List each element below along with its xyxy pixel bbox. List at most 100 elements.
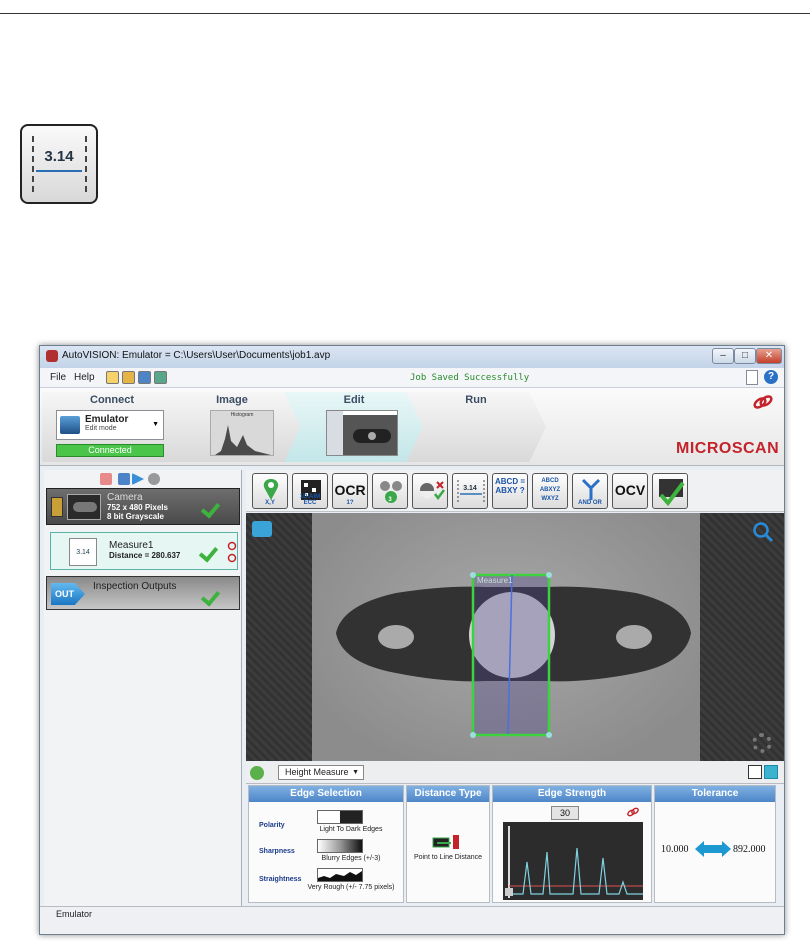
straightness-swatch[interactable] — [317, 868, 363, 882]
save-job-icon[interactable] — [138, 371, 151, 384]
chevron-down-icon: ▼ — [352, 769, 359, 776]
link-icon[interactable] — [227, 539, 237, 565]
measure-tool-button[interactable]: 3.14 — [452, 473, 488, 509]
ocr-tool-button[interactable]: OCR 1? — [332, 473, 368, 509]
tool-sub-label: 3 — [388, 497, 392, 503]
edge-strength-value[interactable]: 30 — [551, 806, 579, 820]
roi-label: Measure1 — [477, 576, 513, 585]
logic-tool-button[interactable]: AND OR — [572, 473, 608, 509]
step-image[interactable]: Image Histogram — [162, 392, 302, 462]
barcode-tool-button[interactable]: 1D/AIM ECC — [292, 473, 328, 509]
measure-type-select[interactable]: Height Measure ▼ — [278, 765, 364, 780]
tolerance-max[interactable]: 892.000 — [733, 844, 766, 855]
edge-strength-panel: Edge Strength 30 — [492, 785, 652, 903]
double-arrow-icon — [36, 170, 82, 172]
point-to-line-icon[interactable] — [431, 834, 463, 850]
tool-palette: X,Y 1D/AIM ECC OCR 1? 3 3.14 ABCD = ABXY… — [246, 470, 784, 512]
check-icon — [203, 499, 223, 515]
edge-strength-graph[interactable] — [503, 822, 643, 900]
new-job-icon[interactable] — [106, 371, 119, 384]
tree-item-measure[interactable]: 3.14 Measure1 Distance = 280.637 — [50, 532, 238, 570]
camera-thumbnail — [67, 494, 101, 520]
camera-icon[interactable] — [252, 521, 272, 537]
save-as-icon[interactable] — [154, 371, 167, 384]
step-run-label: Run — [465, 394, 487, 406]
layout-horizontal-icon[interactable] — [764, 765, 778, 779]
tool-sub-label: ABCD = ABXY ? — [495, 477, 526, 495]
link-icon[interactable] — [627, 806, 639, 818]
tolerance-header: Tolerance — [655, 786, 775, 802]
emulator-icon — [60, 416, 80, 434]
maximize-button[interactable]: □ — [734, 348, 756, 364]
edge-strength-header: Edge Strength — [493, 786, 651, 802]
help-icon[interactable]: ? — [764, 370, 778, 384]
tree-item-camera[interactable]: Camera 752 x 480 Pixels 8 bit Grayscale — [46, 488, 240, 525]
tool-sub-label: ABCD ABXYZ WXYZ — [539, 478, 561, 502]
distance-type-value: Point to Line Distance — [413, 854, 483, 861]
polarity-label: Polarity — [259, 822, 285, 829]
measure-thumbnail: 3.14 — [69, 538, 97, 566]
distance-type-panel: Distance Type Point to Line Distance — [406, 785, 490, 903]
ocr-glyph: OCR — [334, 482, 366, 498]
tree-toolbar — [100, 473, 180, 487]
zoom-icon[interactable] — [752, 521, 774, 543]
menu-help[interactable]: Help — [74, 372, 95, 383]
polarity-swatch[interactable] — [317, 810, 363, 824]
count-tool-button[interactable]: 3 — [372, 473, 408, 509]
open-job-icon[interactable] — [122, 371, 135, 384]
device-name: Emulator — [85, 414, 129, 425]
close-button[interactable]: ✕ — [756, 348, 782, 364]
outputs-title: Inspection Outputs — [93, 581, 177, 592]
check-icon — [201, 543, 221, 559]
property-bar: Height Measure ▼ — [246, 762, 784, 784]
match-string-tool-button[interactable]: ABCD = ABXY ? — [492, 473, 528, 509]
straightness-label: Straightness — [259, 876, 302, 883]
title-bar: AutoVISION: Emulator = C:\Users\User\Doc… — [40, 346, 784, 368]
step-edit-label: Edit — [343, 394, 365, 406]
report-icon[interactable] — [746, 370, 758, 385]
presence-tool-button[interactable] — [412, 473, 448, 509]
image-viewer[interactable]: Measure1 — [246, 513, 784, 761]
tree-item-outputs[interactable]: OUT Inspection Outputs — [46, 576, 240, 610]
ocv-tool-button[interactable]: OCV — [612, 473, 648, 509]
part-drawing — [336, 572, 691, 738]
app-icon — [46, 350, 58, 362]
menu-file[interactable]: File — [50, 372, 66, 383]
menu-bar: File Help Job Saved Successfully ? — [40, 368, 784, 388]
back-arrow-icon[interactable] — [250, 766, 264, 780]
verify-tool-button[interactable] — [652, 473, 688, 509]
edge-selection-header: Edge Selection — [249, 786, 403, 802]
camera-side-icon — [51, 497, 63, 517]
measure-title: Measure1 — [109, 540, 154, 551]
sharpness-swatch[interactable] — [317, 839, 363, 853]
tool-sub-label: X,Y — [265, 500, 275, 506]
step-edit[interactable]: Edit — [284, 392, 424, 462]
settings-gear-icon[interactable] — [752, 733, 772, 753]
gear-icon[interactable] — [148, 473, 160, 485]
tolerance-min[interactable]: 10.000 — [661, 844, 689, 855]
step-run[interactable]: Run — [406, 392, 546, 462]
measure-value-text: 3.14 — [44, 148, 74, 165]
status-text: Emulator — [56, 909, 93, 919]
expand-icon[interactable] — [118, 473, 130, 485]
sort-string-tool-button[interactable]: ABCD ABXYZ WXYZ — [532, 473, 568, 509]
out-arrow-icon: OUT — [51, 583, 85, 605]
minimize-button[interactable]: – — [712, 348, 734, 364]
step-connect[interactable]: Connect Emulator Edit mode ▼ Connected — [42, 392, 182, 462]
layout-vertical-icon[interactable] — [748, 765, 762, 779]
locate-tool-button[interactable]: X,Y — [252, 473, 288, 509]
tolerance-panel: Tolerance 10.000 892.000 — [654, 785, 776, 903]
edit-thumbnail — [326, 410, 398, 456]
eraser-icon[interactable] — [100, 473, 112, 485]
device-select[interactable]: Emulator Edit mode ▼ — [56, 410, 164, 440]
connection-status: Connected — [56, 444, 164, 457]
play-icon[interactable] — [132, 473, 144, 485]
link-icon[interactable] — [752, 394, 774, 410]
autovision-window: AutoVISION: Emulator = C:\Users\User\Doc… — [39, 345, 785, 935]
step-image-label: Image — [216, 394, 248, 406]
double-arrow-icon — [695, 841, 731, 857]
verify-check-icon — [659, 479, 685, 507]
presence-absence-icon — [420, 481, 445, 501]
chevron-down-icon: ▼ — [152, 421, 159, 428]
tool-sub-label: 1? — [346, 500, 354, 506]
